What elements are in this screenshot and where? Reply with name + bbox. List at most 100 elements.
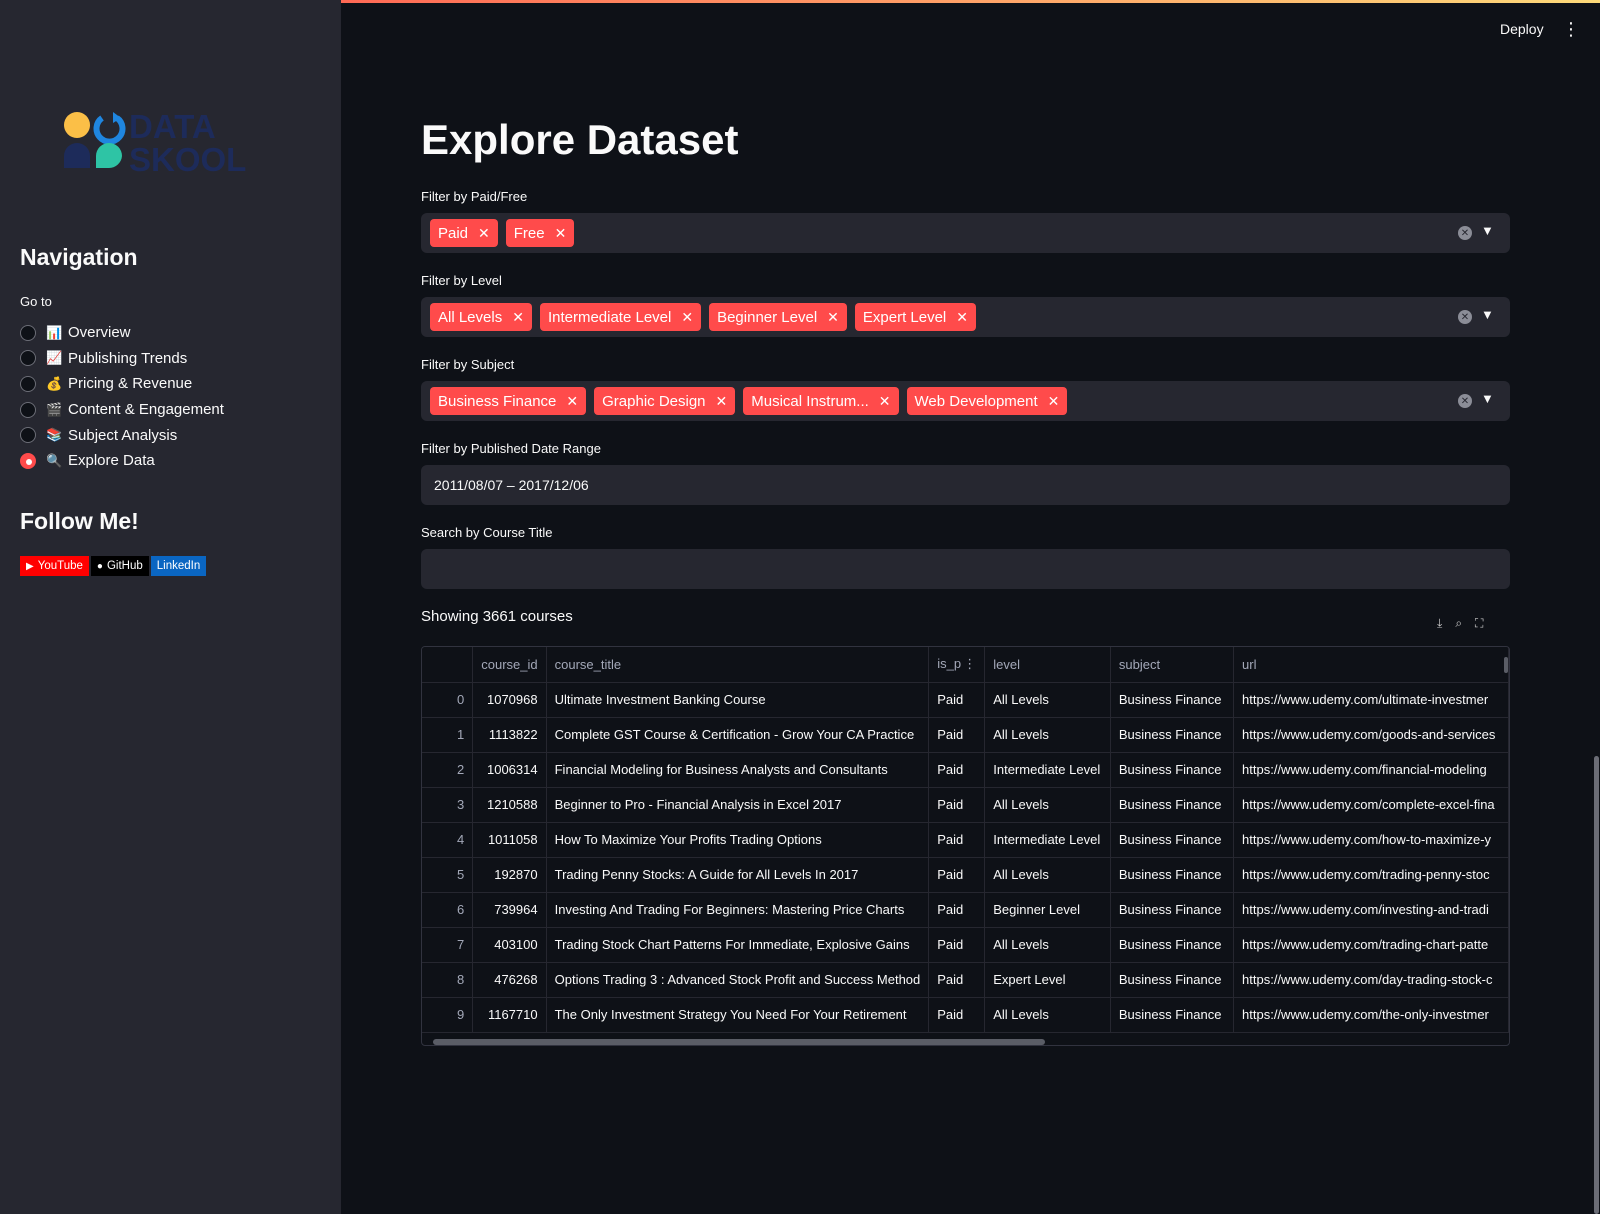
course-id-cell[interactable]: 1011058 <box>472 822 547 858</box>
url-cell[interactable]: https://www.udemy.com/the-only-investmer <box>1233 997 1509 1033</box>
row-index[interactable]: 1 <box>422 717 474 753</box>
table-row[interactable]: 0 1070968 Ultimate Investment Banking Cour… <box>422 682 1509 718</box>
table-row[interactable]: 1 1113822 Complete GST Course & Certificat… <box>422 717 1509 753</box>
clear-all-icon[interactable]: ✕ <box>1458 226 1472 240</box>
url-cell[interactable]: https://www.udemy.com/complete-excel-fin… <box>1233 787 1509 823</box>
is-paid-cell[interactable]: Paid <box>928 822 986 858</box>
radio-button-selected[interactable] <box>20 452 36 469</box>
course-title-cell[interactable]: Investing And Trading For Beginners: Mas… <box>546 892 930 928</box>
deploy-button[interactable]: Deploy <box>1500 21 1544 37</box>
row-index[interactable]: 7 <box>422 927 474 963</box>
level-cell[interactable]: Intermediate Level <box>984 752 1111 788</box>
subject-cell[interactable]: Business Finance <box>1110 752 1235 788</box>
row-index[interactable]: 6 <box>422 892 474 928</box>
course-title-cell[interactable]: Trading Stock Chart Patterns For Immedia… <box>546 927 930 963</box>
radio-button[interactable] <box>20 427 36 444</box>
course-title-cell[interactable]: Complete GST Course & Certification - Gr… <box>546 717 930 753</box>
course-id-cell[interactable]: 1210588 <box>472 787 547 823</box>
remove-tag-icon[interactable]: ✕ <box>512 309 524 326</box>
url-cell[interactable]: https://www.udemy.com/financial-modeling <box>1233 752 1509 788</box>
remove-tag-icon[interactable]: ✕ <box>956 309 968 326</box>
level-cell[interactable]: All Levels <box>984 787 1111 823</box>
remove-tag-icon[interactable]: ✕ <box>827 309 839 326</box>
course-id-cell[interactable]: 1006314 <box>472 752 547 788</box>
course-title-cell[interactable]: How To Maximize Your Profits Trading Opt… <box>546 822 930 858</box>
date-range-input[interactable]: 2011/08/07 – 2017/12/06 <box>421 465 1510 505</box>
chevron-down-icon[interactable]: ▼ <box>1481 307 1494 322</box>
download-icon[interactable]: ⤓ <box>1437 616 1442 631</box>
table-row[interactable]: 5 192870 Trading Penny Stocks: A Guide for… <box>422 857 1509 893</box>
radio-button[interactable] <box>20 401 36 418</box>
column-header-url[interactable]: url <box>1233 647 1509 683</box>
is-paid-cell[interactable]: Paid <box>928 927 986 963</box>
row-index[interactable]: 4 <box>422 822 474 858</box>
course-id-cell[interactable]: 739964 <box>472 892 547 928</box>
tag-all-levels[interactable]: All Levels ✕ <box>430 303 532 331</box>
tag-paid[interactable]: Paid ✕ <box>430 219 498 247</box>
nav-item-publishing-trends[interactable]: 📈 Publishing Trends <box>20 346 224 372</box>
column-header-level[interactable]: level <box>984 647 1111 683</box>
table-row[interactable]: 4 1011058 How To Maximize Your Profits Tra… <box>422 822 1509 858</box>
horizontal-scrollbar[interactable] <box>433 1039 1045 1045</box>
radio-button[interactable] <box>20 375 36 392</box>
search-input[interactable] <box>421 549 1510 589</box>
remove-tag-icon[interactable]: ✕ <box>1048 393 1060 410</box>
course-title-cell[interactable]: The Only Investment Strategy You Need Fo… <box>546 997 930 1033</box>
subject-cell[interactable]: Business Finance <box>1110 717 1235 753</box>
radio-button[interactable] <box>20 324 36 341</box>
tag-business-finance[interactable]: Business Finance ✕ <box>430 387 587 415</box>
table-row[interactable]: 7 403100 Trading Stock Chart Patterns For … <box>422 927 1509 963</box>
subject-cell[interactable]: Business Finance <box>1110 892 1235 928</box>
is-paid-cell[interactable]: Paid <box>928 857 986 893</box>
url-cell[interactable]: https://www.udemy.com/day-trading-stock-… <box>1233 962 1509 998</box>
nav-item-pricing-revenue[interactable]: 💰 Pricing & Revenue <box>20 371 224 397</box>
level-cell[interactable]: Intermediate Level <box>984 822 1111 858</box>
is-paid-cell[interactable]: Paid <box>928 787 986 823</box>
table-row[interactable]: 3 1210588 Beginner to Pro - Financial Anal… <box>422 787 1509 823</box>
column-menu-icon[interactable]: ⋮ <box>963 656 976 672</box>
url-cell[interactable]: https://www.udemy.com/goods-and-services <box>1233 717 1509 753</box>
subject-cell[interactable]: Business Finance <box>1110 787 1235 823</box>
data-table[interactable]: course_id course_title is_p ⋮ level subj… <box>421 646 1510 1046</box>
url-cell[interactable]: https://www.udemy.com/trading-chart-patt… <box>1233 927 1509 963</box>
row-index[interactable]: 3 <box>422 787 474 823</box>
subject-cell[interactable]: Business Finance <box>1110 997 1235 1033</box>
page-scrollbar[interactable] <box>1594 756 1599 1214</box>
is-paid-cell[interactable]: Paid <box>928 962 986 998</box>
remove-tag-icon[interactable]: ✕ <box>478 225 490 242</box>
level-cell[interactable]: All Levels <box>984 857 1111 893</box>
tag-beginner-level[interactable]: Beginner Level ✕ <box>709 303 847 331</box>
row-index[interactable]: 5 <box>422 857 474 893</box>
course-title-cell[interactable]: Options Trading 3 : Advanced Stock Profi… <box>546 962 930 998</box>
tag-graphic-design[interactable]: Graphic Design ✕ <box>594 387 736 415</box>
column-header-is-paid[interactable]: is_p ⋮ <box>928 647 986 683</box>
table-row[interactable]: 2 1006314 Financial Modeling for Business … <box>422 752 1509 788</box>
chevron-down-icon[interactable]: ▼ <box>1481 391 1494 406</box>
is-paid-cell[interactable]: Paid <box>928 752 986 788</box>
course-id-cell[interactable]: 476268 <box>472 962 547 998</box>
filter-paid-multiselect[interactable]: Paid ✕ Free ✕ ✕ ▼ <box>421 213 1510 253</box>
tag-free[interactable]: Free ✕ <box>505 219 575 247</box>
url-cell[interactable]: https://www.udemy.com/how-to-maximize-y <box>1233 822 1509 858</box>
course-id-cell[interactable]: 1167710 <box>472 997 547 1033</box>
filter-subject-multiselect[interactable]: Business Finance ✕ Graphic Design ✕ Musica… <box>421 381 1510 421</box>
row-index[interactable]: 0 <box>422 682 474 718</box>
table-row[interactable]: 8 476268 Options Trading 3 : Advanced Stoc… <box>422 962 1509 998</box>
tag-web-development[interactable]: Web Development ✕ <box>906 387 1068 415</box>
column-header-course-title[interactable]: course_title <box>546 647 930 683</box>
row-index[interactable]: 9 <box>422 997 474 1033</box>
vertical-scrollbar[interactable] <box>1504 657 1508 673</box>
github-badge[interactable]: ● GitHub <box>90 556 149 576</box>
column-header-subject[interactable]: subject <box>1110 647 1235 683</box>
subject-cell[interactable]: Business Finance <box>1110 682 1235 718</box>
tag-expert-level[interactable]: Expert Level ✕ <box>854 303 977 331</box>
remove-tag-icon[interactable]: ✕ <box>555 225 567 242</box>
row-index[interactable]: 2 <box>422 752 474 788</box>
url-cell[interactable]: https://www.udemy.com/trading-penny-stoc <box>1233 857 1509 893</box>
table-row[interactable]: 6 739964 Investing And Trading For Beginne… <box>422 892 1509 928</box>
is-paid-cell[interactable]: Paid <box>928 997 986 1033</box>
fullscreen-icon[interactable]: ⛶ <box>1475 616 1483 631</box>
subject-cell[interactable]: Business Finance <box>1110 822 1235 858</box>
course-id-cell[interactable]: 1113822 <box>472 717 547 753</box>
tag-musical-instruments[interactable]: Musical Instrum... ✕ <box>743 387 899 415</box>
